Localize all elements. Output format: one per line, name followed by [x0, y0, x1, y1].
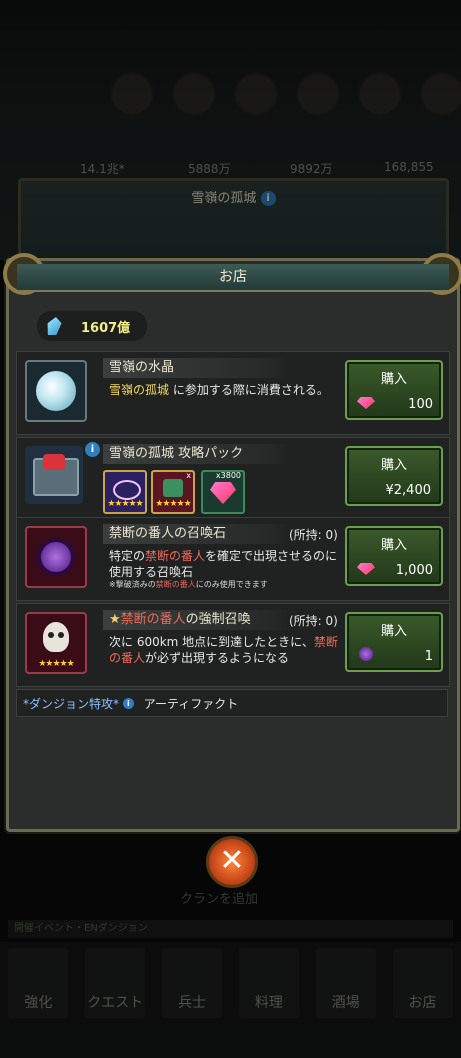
stars: ★★★★★ — [107, 499, 143, 509]
desc-highlight: 雪嶺の孤城 — [109, 383, 170, 397]
stone-orb — [41, 542, 71, 572]
title-highlight: 禁断の番人 — [120, 612, 186, 627]
item-desc: 次に 600km 地点に到達したときに、禁断の番人が必ず出現するようになる — [109, 634, 345, 666]
bundle-x: x — [186, 471, 191, 480]
summon-stone-mini-icon — [359, 647, 373, 661]
bundle-item-1: ★★★★★ — [103, 470, 147, 514]
desc-a: 特定の — [109, 549, 146, 563]
artifact-row: *ダンジョン特攻* i アーティファクト — [16, 689, 448, 717]
buy-price: 1 — [424, 649, 433, 664]
skull-guardian-icon: ★★★★★ — [25, 612, 87, 674]
shop-item-crystal: 雪嶺の水晶 雪嶺の孤城 に参加する際に消費される。 購入 100 — [16, 351, 450, 435]
treasure-chest-icon — [25, 446, 83, 504]
title-rest: の強制召喚 — [185, 612, 251, 627]
item-desc: 雪嶺の孤城 に参加する際に消費される。 — [109, 382, 345, 398]
shop-item-summon-stone: 禁断の番人の召喚石 (所持: 0) 特定の禁断の番人を確定で出現させるのに使用す… — [16, 517, 450, 601]
artifact-label: *ダンジョン特攻* — [23, 697, 120, 711]
skull-eye-right — [58, 632, 64, 638]
buy-label: 購入 — [380, 538, 407, 553]
buy-price: 1,000 — [395, 563, 433, 578]
bundle-item-3: x3800 — [201, 470, 245, 514]
note-a: ※撃破済みの — [109, 580, 156, 589]
buy-button[interactable]: 購入 1 — [345, 612, 443, 672]
gem-large-icon — [210, 482, 236, 504]
buy-label: 購入 — [380, 372, 407, 387]
shop-item-forced-summon: ★★★★★ ★禁断の番人の強制召喚 (所持: 0) 次に 600km 地点に到達… — [16, 603, 450, 687]
buy-label: 購入 — [380, 624, 407, 639]
chest-mini-icon — [163, 479, 183, 497]
title-star: ★ — [109, 612, 121, 627]
buy-price: 100 — [408, 397, 433, 412]
crystal-icon — [45, 317, 63, 335]
item-title: ★禁断の番人の強制召喚 — [103, 610, 289, 630]
skull — [43, 622, 69, 652]
owned-count: (所持: 0) — [289, 528, 338, 542]
stars: ★★★★★ — [38, 659, 74, 669]
stars: ★★★★★ — [155, 499, 191, 509]
desc-a: 次に 600km 地点に到達したときに、 — [109, 635, 314, 649]
item-title: 禁断の番人の召喚石 — [103, 524, 289, 544]
buy-label: 購入 — [380, 458, 407, 473]
close-button[interactable]: ✕ — [206, 836, 258, 888]
bundle-qty: x3800 — [215, 471, 241, 480]
artifact-info-icon[interactable]: i — [122, 698, 134, 709]
currency-value: 1607億 — [81, 321, 131, 336]
item-title: 雪嶺の水晶 — [103, 358, 289, 378]
skull-eye-left — [48, 632, 54, 638]
modal-title: お店 — [17, 264, 449, 292]
crystal-orb-icon — [25, 360, 87, 422]
note-highlight: 禁断の番人 — [155, 580, 196, 589]
desc-b: が必ず出現するようになる — [145, 651, 290, 665]
item-desc: 特定の禁断の番人を確定で出現させるのに使用する召喚石 ※撃破済みの禁断の番人にのみ… — [109, 548, 345, 590]
artifact-value: アーティファクト — [143, 697, 239, 711]
desc-rest: に参加する際に消費される。 — [169, 383, 329, 397]
buy-button[interactable]: 購入 1,000 — [345, 526, 443, 586]
desc-highlight: 禁断の番人 — [145, 549, 206, 563]
bundle-item-2: x ★★★★★ — [151, 470, 195, 514]
shop-modal: お店 1607億 雪嶺の水晶 雪嶺の孤城 に参加する際に消費される。 購入 10… — [3, 253, 461, 832]
pack-info-icon[interactable]: i — [85, 442, 100, 457]
item-title: 雪嶺の孤城 攻略パック — [103, 444, 289, 464]
gem-icon — [357, 397, 375, 409]
buy-button[interactable]: 購入 ¥2,400 — [345, 446, 443, 506]
chest-gems — [43, 454, 65, 470]
summon-stone-icon — [25, 526, 87, 588]
gem-icon — [357, 563, 375, 575]
item-note: ※撃破済みの禁断の番人にのみ使用できます — [109, 580, 345, 590]
note-b: にのみ使用できます — [195, 580, 268, 589]
orb — [36, 371, 76, 411]
buy-button[interactable]: 購入 100 — [345, 360, 443, 420]
owned-count: (所持: 0) — [289, 614, 338, 628]
currency-display: 1607億 — [37, 311, 147, 341]
buy-price: ¥2,400 — [385, 483, 432, 498]
shop-item-pack: i 雪嶺の孤城 攻略パック ★★★★★ x ★★★★★ x3800 購入 ¥2,… — [16, 437, 450, 521]
infinity-icon — [113, 480, 141, 500]
